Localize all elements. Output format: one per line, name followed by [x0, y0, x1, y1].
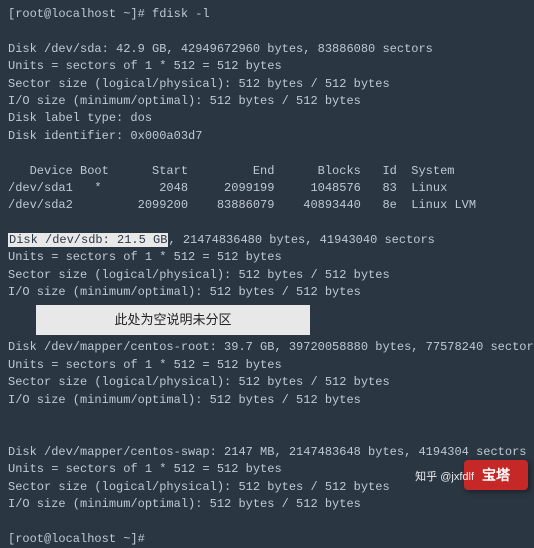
centos-root-io-size: I/O size (minimum/optimal): 512 bytes / … — [8, 392, 526, 409]
sdb-sector-size: Sector size (logical/physical): 512 byte… — [8, 267, 526, 284]
sda-label-type: Disk label type: dos — [8, 110, 526, 127]
annotation-callout: 此处为空说明未分区 — [8, 302, 526, 340]
blank-line — [8, 215, 526, 232]
blank-line — [8, 409, 526, 426]
partition-table-header: Device Boot Start End Blocks Id System — [8, 163, 526, 180]
sdb-header-highlight: Disk /dev/sdb: 21.5 GB — [8, 233, 168, 247]
sda-sector-size: Sector size (logical/physical): 512 byte… — [8, 76, 526, 93]
blank-line — [8, 426, 526, 443]
sda-units: Units = sectors of 1 * 512 = 512 bytes — [8, 58, 526, 75]
sda-identifier: Disk identifier: 0x000a03d7 — [8, 128, 526, 145]
sda-header: Disk /dev/sda: 42.9 GB, 42949672960 byte… — [8, 41, 526, 58]
sdb-io-size: I/O size (minimum/optimal): 512 bytes / … — [8, 284, 526, 301]
centos-root-header: Disk /dev/mapper/centos-root: 39.7 GB, 3… — [8, 339, 526, 356]
sda-io-size: I/O size (minimum/optimal): 512 bytes / … — [8, 93, 526, 110]
centos-root-sector-size: Sector size (logical/physical): 512 byte… — [8, 374, 526, 391]
terminal-prompt-idle[interactable]: [root@localhost ~]# — [8, 531, 526, 548]
watermark-attribution: 知乎 @jxfdlf — [415, 470, 474, 486]
sdb-units: Units = sectors of 1 * 512 = 512 bytes — [8, 249, 526, 266]
sdb-header: Disk /dev/sdb: 21.5 GB, 21474836480 byte… — [8, 232, 526, 249]
sdb-header-rest: , 21474836480 bytes, 41943040 sectors — [168, 233, 434, 247]
partition-row-sda1: /dev/sda1 * 2048 2099199 1048576 83 Linu… — [8, 180, 526, 197]
partition-row-sda2: /dev/sda2 2099200 83886079 40893440 8e L… — [8, 197, 526, 214]
annotation-text: 此处为空说明未分区 — [36, 305, 310, 336]
centos-swap-io-size: I/O size (minimum/optimal): 512 bytes / … — [8, 496, 526, 513]
centos-root-units: Units = sectors of 1 * 512 = 512 bytes — [8, 357, 526, 374]
centos-swap-header: Disk /dev/mapper/centos-swap: 2147 MB, 2… — [8, 444, 526, 461]
blank-line — [8, 23, 526, 40]
terminal-prompt-fdisk: [root@localhost ~]# fdisk -l — [8, 6, 526, 23]
blank-line — [8, 513, 526, 530]
blank-line — [8, 145, 526, 162]
